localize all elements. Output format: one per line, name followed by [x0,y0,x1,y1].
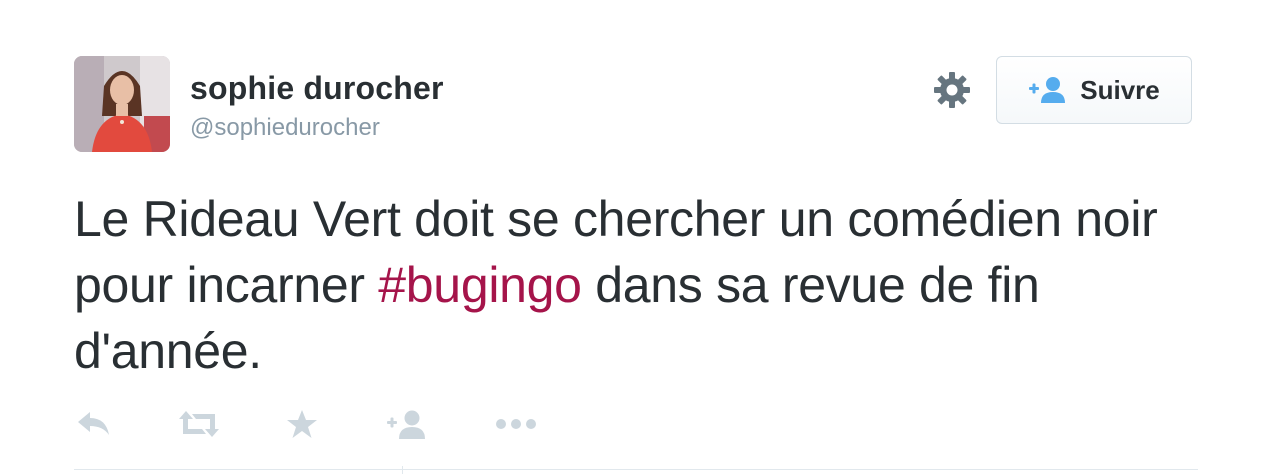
avatar[interactable] [74,56,170,152]
hashtag-link[interactable]: #bugingo [378,257,582,313]
gear-icon[interactable] [932,70,972,110]
follow-button[interactable]: Suivre [996,56,1192,124]
follow-user-plus-icon[interactable] [386,404,428,444]
retweet-icon[interactable] [178,404,220,444]
follow-button-label: Suivre [1080,74,1160,105]
reply-icon[interactable] [76,404,112,444]
star-icon[interactable] [286,404,318,444]
tweet-text: Le Rideau Vert doit se chercher un coméd… [74,186,1214,384]
divider [74,469,1198,470]
author-handle[interactable]: @sophiedurocher [190,114,380,142]
more-dots-icon[interactable] [494,404,538,444]
divider-tick [402,466,403,474]
tweet-card: sophie durocher @sophiedurocher Suivre L… [0,0,1272,474]
follow-user-plus-icon [1029,77,1066,103]
author-name[interactable]: sophie durocher [190,70,444,107]
